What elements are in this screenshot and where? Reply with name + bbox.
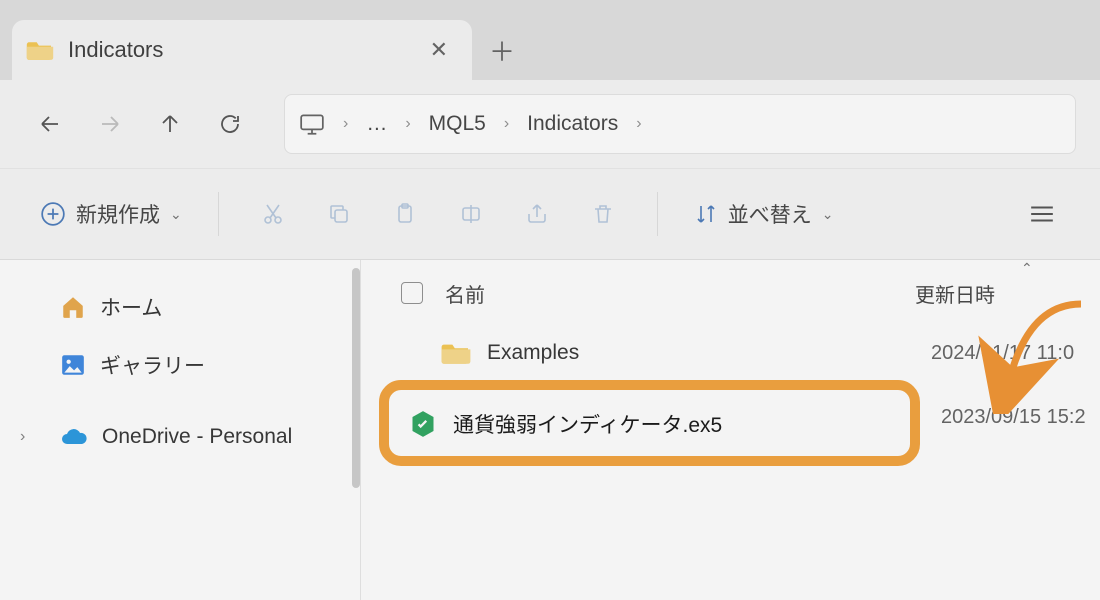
- file-date: 2024/01/17 11:0: [931, 342, 1074, 365]
- sidebar: ホーム ギャラリー › OneDrive - Personal: [0, 260, 360, 600]
- sidebar-item-gallery[interactable]: ギャラリー: [0, 336, 360, 394]
- copy-button[interactable]: [311, 188, 367, 240]
- gallery-icon: [60, 352, 86, 378]
- folder-icon: [441, 341, 471, 365]
- breadcrumb-ellipsis[interactable]: …: [366, 112, 387, 136]
- new-button[interactable]: 新規作成 ⌄: [30, 188, 192, 240]
- toolbar: 新規作成 ⌄ 並べ替え ⌄: [0, 168, 1100, 260]
- sidebar-scrollbar[interactable]: [352, 268, 360, 488]
- sidebar-item-home[interactable]: ホーム: [0, 278, 360, 336]
- chevron-right-icon: ›: [636, 115, 641, 133]
- cut-button[interactable]: [245, 188, 301, 240]
- chevron-right-icon[interactable]: ›: [20, 428, 25, 446]
- file-row-examples[interactable]: Examples 2024/01/17 11:0: [361, 316, 1100, 390]
- new-tab-button[interactable]: ＋: [472, 20, 532, 80]
- pc-icon: [299, 113, 325, 135]
- select-all-checkbox[interactable]: [401, 282, 423, 304]
- rename-button[interactable]: [443, 188, 499, 240]
- file-list: ⌃ 名前 更新日時 Examples 2024/01/17 11:0 通貨強弱イ…: [360, 260, 1100, 600]
- tab-strip: Indicators ✕ ＋: [0, 0, 1100, 80]
- file-row-indicator[interactable]: 通貨強弱インディケータ.ex5: [409, 398, 890, 450]
- view-menu-button[interactable]: [1014, 188, 1070, 240]
- refresh-button[interactable]: [204, 98, 256, 150]
- sort-label: 並べ替え: [728, 199, 812, 229]
- column-headers: 名前 更新日時: [361, 270, 1100, 316]
- delete-button[interactable]: [575, 188, 631, 240]
- home-icon: [60, 294, 86, 320]
- chevron-right-icon: ›: [405, 115, 410, 133]
- sidebar-onedrive-label: OneDrive - Personal: [102, 425, 292, 449]
- chevron-right-icon: ›: [504, 115, 509, 133]
- file-date: 2023/09/15 15:2: [941, 406, 1086, 429]
- folder-icon: [26, 39, 54, 61]
- sort-button[interactable]: 並べ替え ⌄: [684, 188, 844, 240]
- address-bar[interactable]: › … › MQL5 › Indicators ›: [284, 94, 1076, 154]
- plus-circle-icon: [40, 201, 66, 227]
- new-label: 新規作成: [76, 199, 160, 229]
- close-icon[interactable]: ✕: [424, 31, 454, 69]
- sidebar-home-label: ホーム: [100, 292, 162, 322]
- sidebar-gallery-label: ギャラリー: [100, 350, 205, 380]
- share-button[interactable]: [509, 188, 565, 240]
- file-name: Examples: [487, 341, 579, 365]
- onedrive-icon: [60, 427, 88, 447]
- paste-button[interactable]: [377, 188, 433, 240]
- ex5-icon: [409, 410, 437, 438]
- column-date[interactable]: 更新日時: [915, 279, 995, 308]
- sort-caret-icon: ⌃: [1021, 260, 1033, 277]
- back-button[interactable]: [24, 98, 76, 150]
- chevron-down-icon: ⌄: [170, 206, 182, 223]
- breadcrumb-indicators[interactable]: Indicators: [527, 112, 618, 136]
- main-area: ホーム ギャラリー › OneDrive - Personal ⌃ 名前 更新日…: [0, 260, 1100, 600]
- file-name: 通貨強弱インディケータ.ex5: [453, 409, 722, 439]
- tab-title: Indicators: [68, 37, 410, 63]
- sidebar-item-onedrive[interactable]: › OneDrive - Personal: [0, 408, 360, 466]
- up-button[interactable]: [144, 98, 196, 150]
- chevron-right-icon: ›: [343, 115, 348, 133]
- sort-icon: [694, 202, 718, 226]
- column-name[interactable]: 名前: [445, 279, 885, 308]
- tab-indicators[interactable]: Indicators ✕: [12, 20, 472, 80]
- forward-button[interactable]: [84, 98, 136, 150]
- breadcrumb-mql5[interactable]: MQL5: [429, 112, 486, 136]
- nav-bar: › … › MQL5 › Indicators ›: [0, 80, 1100, 168]
- chevron-down-icon: ⌄: [822, 206, 834, 223]
